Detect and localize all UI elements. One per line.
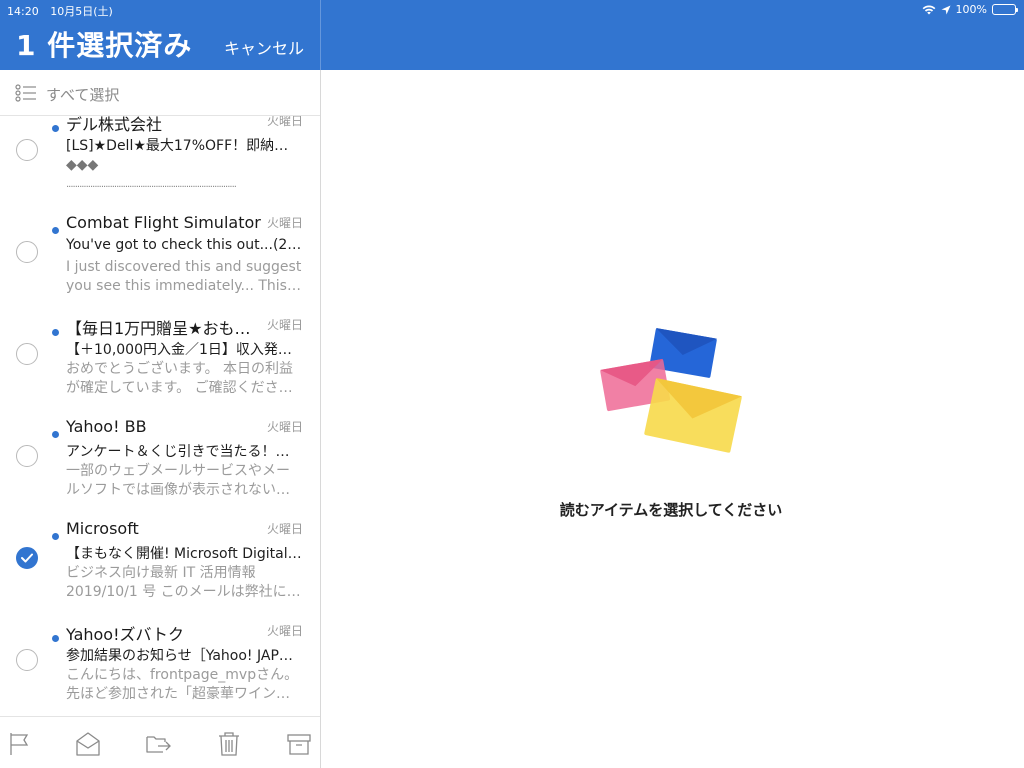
select-checkbox[interactable] — [16, 343, 38, 365]
mail-sender: Yahoo!ズバトク — [66, 625, 184, 644]
mail-sender: Yahoo! BB — [66, 417, 147, 436]
select-all-row[interactable]: すべて選択 — [0, 70, 320, 116]
mail-date: 火曜日 — [266, 216, 303, 230]
wifi-icon — [922, 5, 935, 15]
mail-item[interactable]: Microsoft 火曜日 【まもなく開催! Microsoft Digital… — [0, 503, 320, 605]
mark-read-icon[interactable] — [75, 731, 101, 757]
status-time: 14:20 — [7, 5, 39, 18]
select-list-icon — [15, 84, 36, 102]
unread-dot — [52, 329, 59, 336]
mail-sender: Combat Flight Simulator — [66, 213, 261, 232]
mail-preview-line2: が確定しています。 ご確認くださ… — [66, 380, 293, 396]
mail-item[interactable]: Combat Flight Simulator 火曜日 You've got t… — [0, 197, 320, 299]
move-folder-icon[interactable] — [145, 731, 171, 757]
mail-item[interactable]: デル株式会社 火曜日 [LS]★Dell★最大17%OFF！即納… ◆◆◆ ..… — [0, 116, 320, 197]
mail-preview-line2: 2019/10/1 号 このメールは弊社に… — [66, 584, 301, 600]
location-arrow-icon — [941, 5, 951, 14]
mail-subject: アンケート＆くじ引きで当たる！… — [66, 444, 290, 460]
unread-dot — [52, 125, 59, 132]
mail-subject: 【＋10,000円入金／1日】収入発生… — [66, 342, 304, 358]
mail-item[interactable]: 【毎日1万円贈呈★おも… 火曜日 【＋10,000円入金／1日】収入発生… おめ… — [0, 299, 320, 401]
battery-icon — [992, 4, 1018, 15]
action-toolbar — [0, 716, 320, 768]
mail-list-pane: すべて選択 デル株式会社 火曜日 [LS]★Dell★最大17%OFF！即納… … — [0, 70, 321, 768]
pane-divider — [320, 0, 321, 70]
status-date: 10月5日(土) — [50, 5, 113, 18]
mail-preview: ビジネス向け最新 IT 活用情報 2019/10/1 号 このメールは弊社に… — [66, 564, 304, 602]
mail-list: デル株式会社 火曜日 [LS]★Dell★最大17%OFF！即納… ◆◆◆ ..… — [0, 116, 320, 716]
mail-preview: ◆◆◆ ....................................… — [66, 156, 304, 194]
mail-date: 火曜日 — [266, 420, 303, 434]
unread-dot — [52, 533, 59, 540]
mail-preview-line2: ........................................… — [66, 179, 237, 190]
mail-subject: [LS]★Dell★最大17%OFF！即納… — [66, 138, 289, 154]
mail-preview-line1: ビジネス向け最新 IT 活用情報 — [66, 565, 256, 581]
mail-item[interactable]: Yahoo!ズバトク 火曜日 参加結果のお知らせ［Yahoo! JAP… こんに… — [0, 605, 320, 707]
flag-icon[interactable] — [7, 731, 33, 757]
mail-preview-line1: ◆◆◆ — [66, 157, 99, 173]
mail-sender: Microsoft — [66, 519, 139, 538]
unread-dot — [52, 431, 59, 438]
mail-date: 火曜日 — [266, 116, 303, 128]
mail-sender: デル株式会社 — [66, 116, 163, 134]
status-bar-right: 100% — [922, 3, 1018, 16]
unread-dot — [52, 227, 59, 234]
mail-preview: I just discovered this and suggest you s… — [66, 258, 304, 296]
select-checkbox[interactable] — [16, 649, 38, 671]
mail-preview-line1: おめでとうございます。 本日の利益 — [66, 361, 294, 377]
cancel-button[interactable]: キャンセル — [224, 35, 304, 59]
battery-percentage: 100% — [955, 3, 987, 16]
mail-preview-line1: I just discovered this and suggest — [66, 259, 302, 275]
mail-subject: 【まもなく開催! Microsoft Digital… — [66, 546, 302, 562]
mail-preview: 一部のウェブメールサービスやメー ルソフトでは画像が表示されない… — [66, 462, 304, 500]
select-all-label: すべて選択 — [46, 86, 120, 104]
envelopes-illustration-icon — [600, 328, 743, 453]
page-title: 1 件選択済み — [16, 29, 193, 62]
empty-state-message: 読むアイテムを選択してください — [559, 501, 783, 519]
trash-icon[interactable] — [216, 731, 242, 757]
mail-date: 火曜日 — [266, 624, 303, 638]
mail-preview: こんにちは、frontpage_mvpさん。 先ほど参加された「超豪華ワイン… — [66, 666, 304, 704]
select-checkbox[interactable] — [16, 445, 38, 467]
mail-preview: おめでとうございます。 本日の利益 が確定しています。 ご確認くださ… — [66, 360, 304, 398]
mail-preview-line1: こんにちは、frontpage_mvpさん。 — [66, 667, 299, 683]
select-checkbox[interactable] — [16, 241, 38, 263]
select-checkbox-checked[interactable] — [16, 547, 38, 569]
status-bar-left: 14:20 10月5日(土) — [7, 3, 121, 19]
mail-date: 火曜日 — [266, 318, 303, 332]
mail-preview-line1: 一部のウェブメールサービスやメー — [66, 463, 290, 479]
archive-icon[interactable] — [286, 731, 312, 757]
mail-sender: 【毎日1万円贈呈★おも… — [66, 319, 251, 338]
mail-item[interactable]: Yahoo! BB 火曜日 アンケート＆くじ引きで当たる！… 一部のウェブメール… — [0, 401, 320, 503]
mail-subject: You've got to check this out...(2… — [66, 237, 302, 253]
mail-preview-line2: 先ほど参加された「超豪華ワイン… — [66, 686, 290, 702]
mail-subject: 参加結果のお知らせ［Yahoo! JAP… — [66, 648, 293, 664]
select-checkbox[interactable] — [16, 139, 38, 161]
unread-dot — [52, 635, 59, 642]
mail-date: 火曜日 — [266, 522, 303, 536]
header-bar: 14:20 10月5日(土) 100% 1 件選択済み キャンセル — [0, 0, 1024, 70]
mail-preview-line2: ルソフトでは画像が表示されない… — [66, 482, 290, 498]
checkmark-icon — [21, 553, 33, 563]
mail-preview-line2: you see this immediately... This i… — [66, 278, 304, 294]
